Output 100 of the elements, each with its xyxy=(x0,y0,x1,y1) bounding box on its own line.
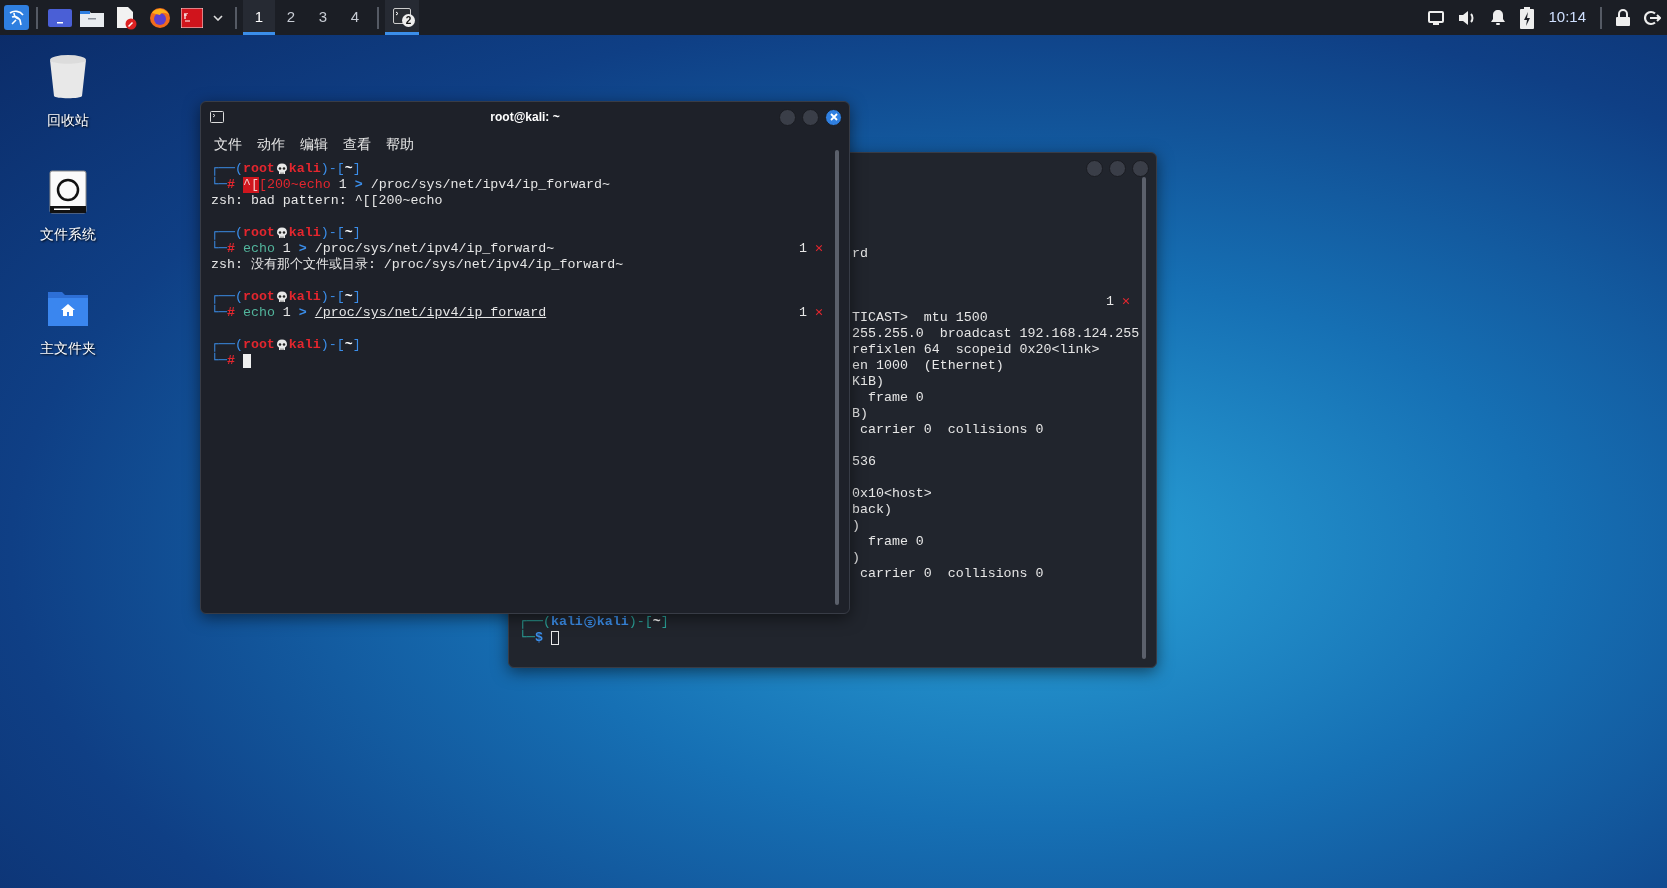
error-mark: ✕ xyxy=(815,305,823,321)
terminal-icon xyxy=(210,111,224,123)
directory: ~ xyxy=(344,289,353,305)
prompt-frame: )-[ xyxy=(320,225,345,241)
invalid-command: [200~echo xyxy=(258,177,331,193)
host-name: kali xyxy=(596,614,629,630)
bell-icon[interactable] xyxy=(1490,9,1507,26)
prompt-frame: ] xyxy=(352,161,361,177)
exit-status: 1 xyxy=(799,305,807,321)
seal-icon xyxy=(583,616,596,628)
prompt-frame: )-[ xyxy=(320,289,345,305)
folder-icon xyxy=(80,8,104,27)
output-text: TICAST> mtu 1500 xyxy=(852,310,988,326)
command-name: echo xyxy=(242,241,275,257)
terminal-icon xyxy=(181,7,203,28)
scrollbar[interactable] xyxy=(1142,177,1146,659)
output-text: refixlen 64 scopeid 0x20<link> xyxy=(852,342,1100,358)
prompt-frame: ] xyxy=(660,614,669,630)
prompt-frame: └─ xyxy=(211,241,227,257)
output-text: en 1000 (Ethernet) xyxy=(852,358,1004,374)
command-argument: /proc/sys/net/ipv4/ip_forward~ xyxy=(369,177,611,193)
directory: ~ xyxy=(652,614,661,630)
close-button[interactable] xyxy=(825,108,842,126)
command-argument: 1 xyxy=(281,305,292,321)
host-name: kali xyxy=(288,161,321,177)
prompt-frame: )-[ xyxy=(628,614,653,630)
logout-icon[interactable] xyxy=(1644,9,1661,26)
menu-item[interactable]: 动作 xyxy=(257,133,285,155)
prompt-frame: └─ xyxy=(211,305,227,321)
home-folder-icon xyxy=(46,290,90,328)
menu-item[interactable]: 帮助 xyxy=(386,133,414,155)
output-text: ) xyxy=(852,550,860,566)
prompt-frame: ┌──( xyxy=(211,289,243,305)
close-icon xyxy=(829,113,838,121)
prompt-symbol: # xyxy=(226,177,235,193)
skull-icon xyxy=(275,227,288,239)
skull-icon xyxy=(275,163,288,175)
file-path: /proc/sys/net/ipv4/ip_forward xyxy=(314,305,547,321)
desktop-icon-label[interactable]: 文件系统 xyxy=(40,224,96,245)
clock[interactable]: 10:14 xyxy=(1548,6,1586,29)
output-text: KiB) xyxy=(852,374,884,390)
skull-icon xyxy=(275,339,288,351)
app-menu-button[interactable] xyxy=(4,5,29,30)
lock-icon[interactable] xyxy=(1616,9,1630,26)
prompt-frame: ] xyxy=(352,289,361,305)
prompt-frame: ] xyxy=(352,225,361,241)
terminal-icon xyxy=(393,8,411,24)
output-text: frame 0 xyxy=(866,534,924,550)
prompt-symbol: # xyxy=(226,241,235,257)
host-name: kali xyxy=(288,225,321,241)
output-text: 536 xyxy=(852,454,876,470)
battery-charging-icon[interactable] xyxy=(1520,6,1535,29)
host-name: kali xyxy=(288,289,321,305)
workspace-button[interactable]: 3 xyxy=(307,0,339,35)
menu-item[interactable]: 文件 xyxy=(214,133,242,155)
monitor-icon xyxy=(48,8,72,27)
prompt-frame: ┌──( xyxy=(519,614,551,630)
user-name: root xyxy=(242,225,275,241)
user-name: root xyxy=(242,161,275,177)
prompt-symbol: # xyxy=(226,305,235,321)
redirect-operator: > xyxy=(298,305,307,321)
workspace-button[interactable]: 2 xyxy=(275,0,307,35)
window-count-badge: 2 xyxy=(402,14,415,27)
output-text: back) xyxy=(852,502,892,518)
menu-item[interactable]: 查看 xyxy=(343,133,371,155)
command-name: echo xyxy=(242,305,275,321)
directory: ~ xyxy=(344,161,353,177)
prompt-symbol: # xyxy=(226,353,235,369)
terminal-task-button[interactable]: 2 xyxy=(385,0,419,35)
drive-icon xyxy=(49,170,87,214)
command-argument: 1 xyxy=(337,177,348,193)
window-title: root@kali: ~ xyxy=(490,109,560,126)
display-icon[interactable] xyxy=(1428,10,1445,25)
trash-bin-icon xyxy=(48,54,88,100)
menu-item[interactable]: 编辑 xyxy=(300,133,328,155)
exit-status: 1 xyxy=(1106,294,1114,310)
directory: ~ xyxy=(344,225,353,241)
output-text: B) xyxy=(852,406,868,422)
output-text: carrier 0 collisions 0 xyxy=(858,422,1044,438)
user-name: root xyxy=(242,289,275,305)
desktop-icon-label[interactable]: 回收站 xyxy=(47,110,89,131)
workspace-button[interactable]: 1 xyxy=(243,0,275,35)
document-icon xyxy=(115,5,137,30)
output-text: frame 0 xyxy=(866,390,924,406)
host-name: kali xyxy=(288,337,321,353)
directory: ~ xyxy=(344,337,353,353)
command-argument: /proc/sys/net/ipv4/ip_forward~ xyxy=(313,241,555,257)
skull-icon xyxy=(275,291,288,303)
scrollbar[interactable] xyxy=(835,150,839,605)
redirect-operator: > xyxy=(298,241,307,257)
error-mark: ✕ xyxy=(1122,294,1130,310)
desktop-icon-label[interactable]: 主文件夹 xyxy=(40,338,96,359)
output-text: carrier 0 collisions 0 xyxy=(858,566,1044,582)
prompt-frame: ┌──( xyxy=(211,337,243,353)
user-name: root xyxy=(242,337,275,353)
output-text: 0x10<host> xyxy=(852,486,932,502)
prompt-frame: └─ xyxy=(519,630,535,646)
redirect-operator: > xyxy=(354,177,363,193)
workspace-button[interactable]: 4 xyxy=(339,0,371,35)
prompt-frame: ┌──( xyxy=(211,161,243,177)
